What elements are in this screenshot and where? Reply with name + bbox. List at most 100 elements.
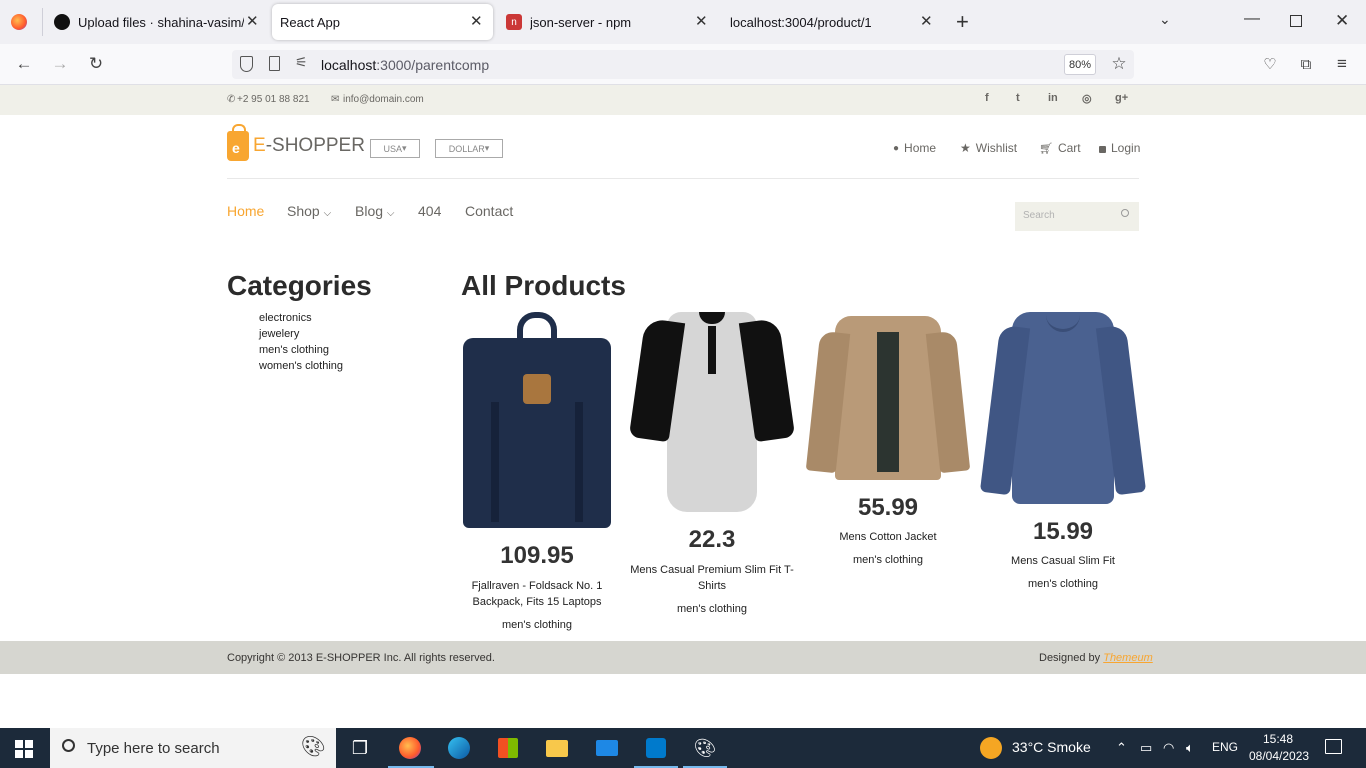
product-image-tshirt[interactable]: [628, 312, 796, 512]
product-name[interactable]: Mens Casual Slim Fit: [975, 553, 1151, 569]
tab-json-server[interactable]: n json-server - npm: [506, 0, 706, 44]
facebook-icon[interactable]: f: [985, 92, 989, 104]
product-price: 55.99: [857, 494, 919, 521]
header-link-login[interactable]: Login: [1099, 141, 1140, 155]
chevron-up-icon[interactable]: ⌃: [1116, 740, 1127, 756]
browser-tab-bar: Upload files · shahina-vasim/Re ✕ React …: [0, 0, 1366, 44]
menu-home[interactable]: Home: [227, 203, 264, 219]
permissions-icon[interactable]: ⚟: [295, 54, 308, 71]
tab-github[interactable]: Upload files · shahina-vasim/Re: [54, 0, 266, 44]
header-link-wishlist[interactable]: ★ Wishlist: [960, 141, 1017, 155]
product-category: men's clothing: [502, 619, 572, 631]
category-item[interactable]: men's clothing: [259, 344, 329, 356]
extensions-icon[interactable]: ⧉: [1295, 53, 1317, 75]
product-image-jacket[interactable]: [805, 312, 971, 480]
chevron-down-icon: ⌵: [323, 208, 332, 219]
reload-icon[interactable]: ↻: [85, 53, 107, 75]
paint-icon[interactable]: 🎨︎: [693, 736, 717, 760]
header-divider: [227, 178, 1139, 179]
restore-icon[interactable]: [1290, 15, 1302, 27]
windows-start-icon[interactable]: [15, 740, 33, 758]
product-price: 109.95: [500, 542, 574, 569]
email-icon: ✉: [331, 94, 340, 105]
contact-topbar: ✆ +2 95 01 88 821 ✉ info@domain.com f t …: [0, 85, 1366, 115]
tab-title: localhost:3004/product/1: [730, 14, 872, 30]
close-icon[interactable]: ✕: [695, 12, 708, 30]
pocket-icon[interactable]: ♡: [1259, 53, 1281, 75]
firefox-taskbar-icon[interactable]: [398, 736, 422, 760]
new-tab-button[interactable]: +: [956, 9, 969, 35]
zoom-level[interactable]: 80%: [1064, 54, 1096, 75]
product-name[interactable]: Fjallraven - Foldsack No. 1 Backpack, Fi…: [449, 578, 625, 610]
search-input[interactable]: Search: [1015, 202, 1139, 231]
product-price: 22.3: [688, 526, 736, 553]
menu-404[interactable]: 404: [418, 203, 441, 219]
currency-dropdown[interactable]: DOLLAR ▾: [435, 139, 503, 158]
store-icon[interactable]: [496, 736, 520, 760]
dribbble-icon[interactable]: ◎: [1082, 92, 1092, 105]
category-item[interactable]: jewelery: [259, 328, 299, 340]
minimize-icon[interactable]: —: [1244, 10, 1260, 28]
weather-icon[interactable]: [980, 737, 1002, 759]
footer: Copyright © 2013 E-SHOPPER Inc. All righ…: [0, 641, 1366, 674]
clock-date[interactable]: 08/04/2023: [1249, 749, 1309, 763]
star-icon: ★: [960, 141, 971, 155]
volume-icon[interactable]: 🔈︎: [1186, 740, 1194, 756]
cart-icon: 🛒︎: [1039, 142, 1053, 155]
logo[interactable]: e E-SHOPPER: [227, 124, 365, 161]
designer-link[interactable]: Themeum: [1103, 652, 1153, 664]
close-icon[interactable]: ✕: [246, 12, 259, 30]
tab-localhost-product[interactable]: localhost:3004/product/1: [730, 0, 920, 44]
menu-shop[interactable]: Shop ⌵: [287, 203, 331, 219]
twitter-icon[interactable]: t: [1016, 92, 1020, 104]
phone-icon: ✆: [227, 94, 236, 105]
mail-icon[interactable]: [595, 736, 619, 760]
menu-contact[interactable]: Contact: [465, 203, 513, 219]
close-window-icon[interactable]: ✕: [1335, 11, 1349, 31]
forward-icon[interactable]: →: [49, 53, 71, 75]
menu-blog[interactable]: Blog ⌵: [355, 203, 395, 219]
edge-icon[interactable]: [447, 736, 471, 760]
product-image-longsleeve[interactable]: [979, 312, 1147, 504]
search-icon: [62, 739, 75, 752]
bookmark-star-icon[interactable]: ☆: [1108, 53, 1130, 75]
email-address: info@domain.com: [343, 94, 424, 105]
url-text[interactable]: localhost:3000/parentcomp: [321, 57, 489, 73]
search-icon[interactable]: [1121, 209, 1129, 217]
tab-react-app[interactable]: React App: [272, 4, 493, 40]
notifications-icon[interactable]: [1325, 739, 1342, 754]
caret-down-icon: ▾: [401, 143, 407, 153]
product-name[interactable]: Mens Casual Premium Slim Fit T-Shirts: [624, 562, 800, 594]
shield-icon[interactable]: [240, 56, 253, 72]
list-tabs-icon[interactable]: ⌄: [1159, 11, 1171, 28]
product-name[interactable]: Mens Cotton Jacket: [800, 529, 976, 545]
product-price: 15.99: [1032, 518, 1094, 545]
category-item[interactable]: women's clothing: [259, 360, 343, 372]
close-icon[interactable]: ✕: [920, 12, 933, 30]
linkedin-icon[interactable]: in: [1048, 92, 1058, 104]
google-plus-icon[interactable]: g+: [1115, 92, 1128, 104]
clock-time[interactable]: 15:48: [1263, 732, 1293, 746]
header-link-home[interactable]: ● Home: [893, 141, 936, 155]
taskbar-search-input[interactable]: Type here to search 🎨︎: [50, 728, 336, 768]
weather-text[interactable]: 33°C Smoke: [1012, 739, 1091, 755]
page-icon[interactable]: [269, 56, 280, 71]
hamburger-menu-icon[interactable]: ≡: [1331, 53, 1353, 75]
user-icon: ●: [893, 142, 900, 154]
file-explorer-icon[interactable]: [545, 736, 569, 760]
language-indicator[interactable]: ENG: [1212, 740, 1238, 754]
battery-icon[interactable]: ▭: [1140, 740, 1152, 756]
header-link-cart[interactable]: 🛒︎ Cart: [1039, 141, 1081, 155]
product-image-backpack[interactable]: [461, 312, 613, 528]
vscode-icon[interactable]: [644, 736, 668, 760]
wifi-icon[interactable]: ◠: [1163, 740, 1174, 756]
copyright-text: Copyright © 2013 E-SHOPPER Inc. All righ…: [227, 652, 495, 664]
firefox-menu-icon[interactable]: [11, 14, 27, 30]
close-icon[interactable]: ✕: [470, 12, 483, 30]
category-item[interactable]: electronics: [259, 312, 312, 324]
url-bar[interactable]: ⚟ localhost:3000/parentcomp 80%: [232, 50, 1134, 79]
task-view-icon[interactable]: ❐: [348, 736, 372, 760]
back-icon[interactable]: ←: [13, 53, 35, 75]
product-category: men's clothing: [853, 554, 923, 566]
country-dropdown[interactable]: USA ▾: [370, 139, 420, 158]
